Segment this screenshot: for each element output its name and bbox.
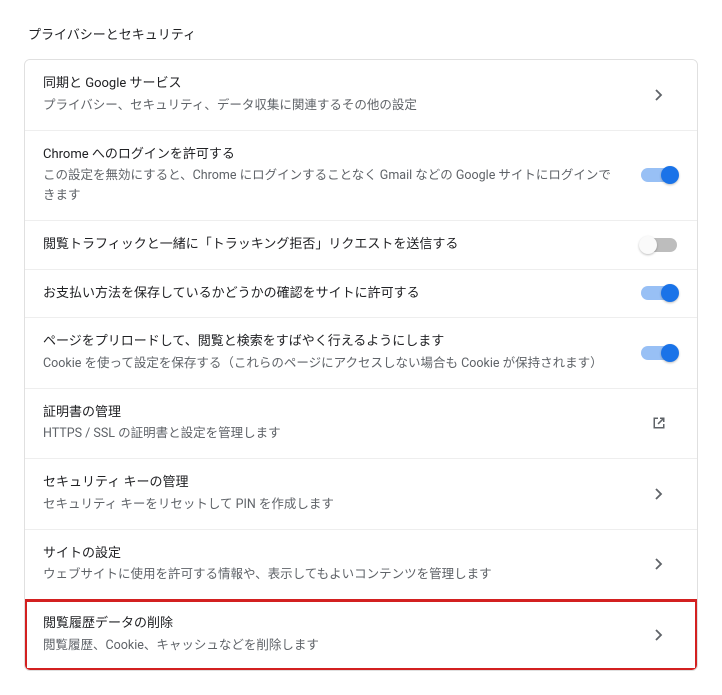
- toggle-payment-method-check[interactable]: [641, 286, 677, 300]
- row-desc: Cookie を使って設定を保存する（これらのページにアクセスしない場合も Co…: [43, 354, 623, 374]
- chevron-right-icon: [639, 89, 679, 101]
- row-do-not-track[interactable]: 閲覧トラフィックと一緒に「トラッキング拒否」リクエストを送信する: [25, 221, 697, 270]
- chevron-right-icon: [639, 629, 679, 641]
- row-text: 閲覧トラフィックと一緒に「トラッキング拒否」リクエストを送信する: [43, 235, 639, 255]
- row-title: セキュリティ キーの管理: [43, 473, 623, 493]
- row-manage-certificates[interactable]: 証明書の管理 HTTPS / SSL の証明書と設定を管理します: [25, 389, 697, 460]
- row-desc: セキュリティ キーをリセットして PIN を作成します: [43, 495, 623, 515]
- row-text: 閲覧履歴データの削除 閲覧履歴、Cookie、キャッシュなどを削除します: [43, 614, 639, 656]
- section-title: プライバシーとセキュリティ: [28, 24, 698, 43]
- row-title: 同期と Google サービス: [43, 74, 623, 94]
- row-text: ページをプリロードして、閲覧と検索をすばやく行えるようにします Cookie を…: [43, 332, 639, 374]
- row-title: 閲覧トラフィックと一緒に「トラッキング拒否」リクエストを送信する: [43, 235, 623, 255]
- toggle-allow-chrome-signin[interactable]: [641, 168, 677, 182]
- row-clear-browsing-data[interactable]: 閲覧履歴データの削除 閲覧履歴、Cookie、キャッシュなどを削除します: [25, 600, 697, 670]
- row-title: ページをプリロードして、閲覧と検索をすばやく行えるようにします: [43, 332, 623, 352]
- row-security-key-management[interactable]: セキュリティ キーの管理 セキュリティ キーをリセットして PIN を作成します: [25, 459, 697, 530]
- row-text: Chrome へのログインを許可する この設定を無効にすると、Chrome にロ…: [43, 145, 639, 207]
- row-text: 同期と Google サービス プライバシー、セキュリティ、データ収集に関連する…: [43, 74, 639, 116]
- row-title: サイトの設定: [43, 544, 623, 564]
- toggle-do-not-track[interactable]: [641, 238, 677, 252]
- settings-panel: 同期と Google サービス プライバシー、セキュリティ、データ収集に関連する…: [24, 59, 698, 671]
- row-payment-method-check[interactable]: お支払い方法を保存しているかどうかの確認をサイトに許可する: [25, 270, 697, 319]
- row-text: セキュリティ キーの管理 セキュリティ キーをリセットして PIN を作成します: [43, 473, 639, 515]
- row-site-settings[interactable]: サイトの設定 ウェブサイトに使用を許可する情報や、表示してもよいコンテンツを管理…: [25, 530, 697, 601]
- row-desc: プライバシー、セキュリティ、データ収集に関連するその他の設定: [43, 96, 623, 116]
- external-link-icon: [639, 415, 679, 431]
- row-text: サイトの設定 ウェブサイトに使用を許可する情報や、表示してもよいコンテンツを管理…: [43, 544, 639, 586]
- row-desc: 閲覧履歴、Cookie、キャッシュなどを削除します: [43, 636, 623, 656]
- row-desc: この設定を無効にすると、Chrome にログインすることなく Gmail などの…: [43, 166, 623, 206]
- toggle-preload-pages[interactable]: [641, 346, 677, 360]
- row-title: 証明書の管理: [43, 403, 623, 423]
- row-allow-chrome-signin[interactable]: Chrome へのログインを許可する この設定を無効にすると、Chrome にロ…: [25, 131, 697, 222]
- row-desc: ウェブサイトに使用を許可する情報や、表示してもよいコンテンツを管理します: [43, 565, 623, 585]
- row-sync-google-services[interactable]: 同期と Google サービス プライバシー、セキュリティ、データ収集に関連する…: [25, 60, 697, 131]
- row-desc: HTTPS / SSL の証明書と設定を管理します: [43, 424, 623, 444]
- row-text: お支払い方法を保存しているかどうかの確認をサイトに許可する: [43, 284, 639, 304]
- row-title: 閲覧履歴データの削除: [43, 614, 623, 634]
- chevron-right-icon: [639, 558, 679, 570]
- chevron-right-icon: [639, 488, 679, 500]
- row-title: お支払い方法を保存しているかどうかの確認をサイトに許可する: [43, 284, 623, 304]
- row-preload-pages[interactable]: ページをプリロードして、閲覧と検索をすばやく行えるようにします Cookie を…: [25, 318, 697, 389]
- row-title: Chrome へのログインを許可する: [43, 145, 623, 165]
- row-text: 証明書の管理 HTTPS / SSL の証明書と設定を管理します: [43, 403, 639, 445]
